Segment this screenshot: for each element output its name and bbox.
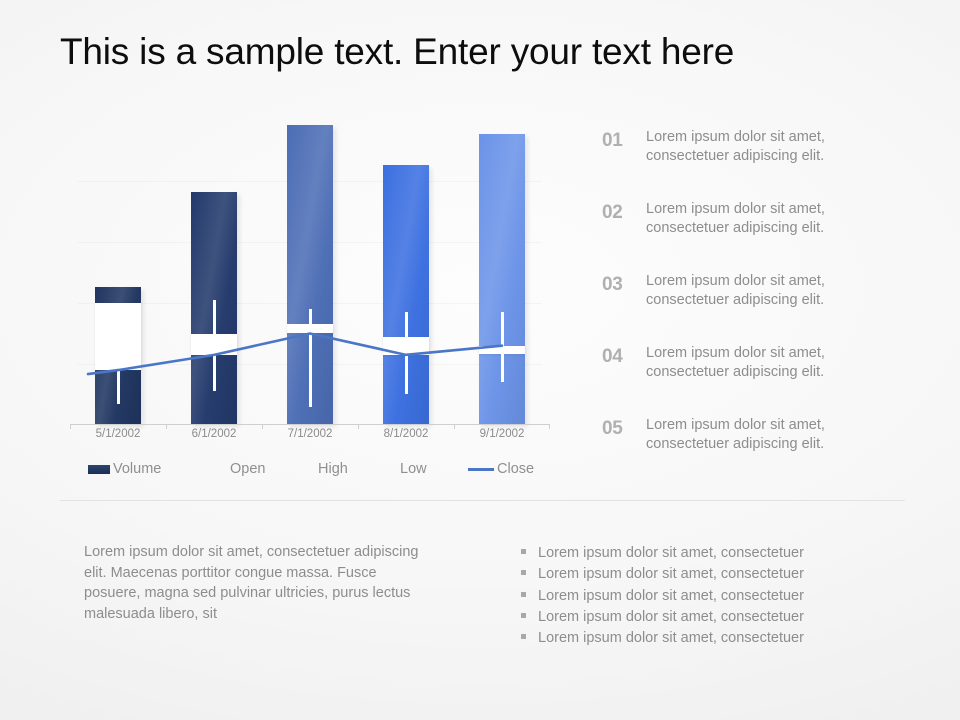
x-axis-label: 9/1/2002 [479,428,525,440]
legend-line-icon [468,467,494,471]
x-axis-label: 5/1/2002 [95,428,141,440]
slide-canvas: This is a sample text. Enter your text h… [0,0,960,720]
numbered-list-item[interactable]: 03 Lorem ipsum dolor sit amet, consectetu… [602,272,892,310]
list-item-number: 04 [602,346,623,367]
numbered-list-item[interactable]: 05 Lorem ipsum dolor sit amet, consectetu… [602,416,892,454]
list-item-text: Lorem ipsum dolor sit amet, consectetuer… [646,201,825,237]
list-item-text: Lorem ipsum dolor sit amet, consectetuer… [646,417,825,453]
section-divider [60,500,905,501]
x-axis-label: 8/1/2002 [383,428,429,440]
list-item-number: 01 [602,130,623,151]
bullet-square-icon [521,570,526,576]
legend-item-close[interactable]: Close [468,461,534,477]
list-item-number: 05 [602,418,623,439]
legend-label: Low [400,461,427,477]
legend-item-high[interactable]: High [318,461,348,477]
legend-item-low[interactable]: Low [400,461,427,477]
list-item-text: Lorem ipsum dolor sit amet, consectetuer… [646,129,825,165]
page-title: This is a sample text. Enter your text h… [60,31,735,72]
list-item-text: Lorem ipsum dolor sit amet, consectetuer… [646,273,825,309]
x-axis-label: 6/1/2002 [191,428,237,440]
legend-label: Volume [113,461,162,477]
legend-item-volume[interactable]: Volume [88,461,161,477]
footer-bullet-list: Lorem ipsum dolor sit amet, consectetuer… [521,543,901,650]
bullet-text: Lorem ipsum dolor sit amet, consectetuer [538,587,804,604]
numbered-list-item[interactable]: 01 Lorem ipsum dolor sit amet, consectetu… [602,128,892,166]
legend-label: Open [230,461,266,477]
legend-label: Close [497,461,535,477]
numbered-list-item[interactable]: 02 Lorem ipsum dolor sit amet, consectetu… [602,200,892,238]
bullet-square-icon [521,591,526,597]
bullet-text: Lorem ipsum dolor sit amet, consectetuer [538,566,804,583]
bullet-text: Lorem ipsum dolor sit amet, consectetuer [538,630,804,647]
x-axis-tick-labels: 5/1/2002 6/1/2002 7/1/2002 8/1/2002 9/1/2002 [70,428,550,450]
bullet-list-item[interactable]: Lorem ipsum dolor sit amet, consectetuer [521,543,901,564]
legend-item-open[interactable]: Open [230,461,265,477]
close-line-path [116,332,504,372]
bullet-square-icon [521,612,526,618]
legend-swatch-icon [88,464,110,474]
legend-label: High [318,461,348,477]
stock-chart: 5/1/2002 6/1/2002 7/1/2002 8/1/2002 9/1/2002 [70,120,550,440]
bullet-list-item[interactable]: Lorem ipsum dolor sit amet, consectetuer [521,607,901,628]
chart-legend: Volume Open High Low Close [70,461,550,481]
bullet-list-item[interactable]: Lorem ipsum dolor sit amet, consectetuer [521,564,901,585]
footer-paragraph: Lorem ipsum dolor sit amet, consectetuer… [84,544,419,622]
numbered-list-item[interactable]: 04 Lorem ipsum dolor sit amet, consectetu… [602,344,892,382]
bullet-text: Lorem ipsum dolor sit amet, consectetuer [538,545,804,561]
bullet-text: Lorem ipsum dolor sit amet, consectetuer [538,608,804,625]
list-item-text: Lorem ipsum dolor sit amet, consectetuer… [646,345,825,381]
bullet-square-icon [521,634,526,640]
list-item-number: 02 [602,202,623,223]
close-line-series [86,332,504,376]
bullet-list-item[interactable]: Lorem ipsum dolor sit amet, consectetuer [521,628,901,649]
bullet-list-item[interactable]: Lorem ipsum dolor sit amet, consectetuer [521,586,901,607]
list-item-number: 03 [602,274,623,295]
x-axis-label: 7/1/2002 [287,428,333,440]
close-line-lead-tail [86,368,120,376]
chart-plot-area [70,120,550,429]
bullet-square-icon [521,549,526,554]
